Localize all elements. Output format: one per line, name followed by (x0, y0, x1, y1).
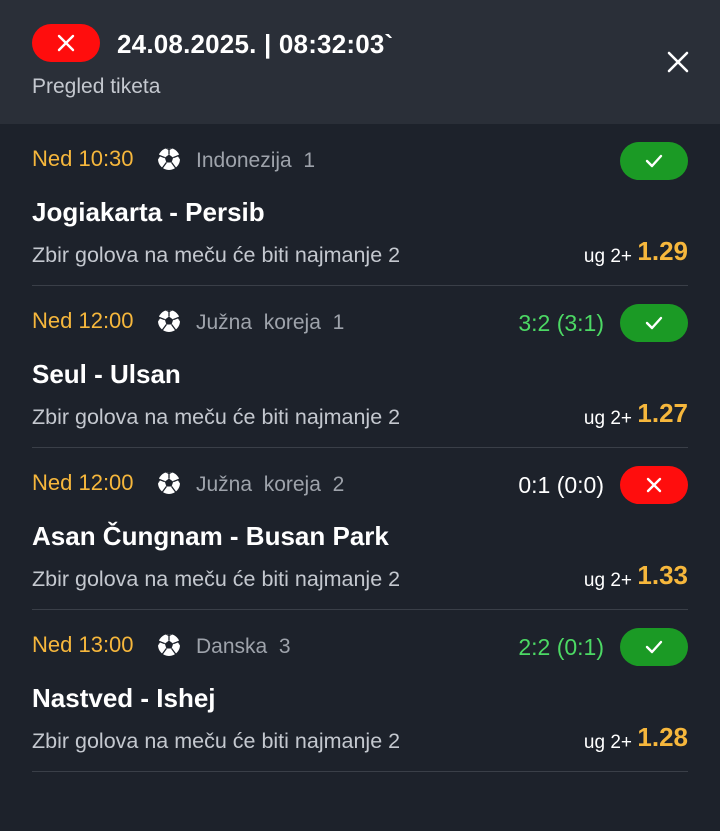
bet-market: Zbir golova na meču će biti najmanje 2 (32, 729, 401, 753)
bet-pick: ug 2+ (583, 408, 632, 429)
close-button[interactable] (660, 44, 696, 80)
match-teams: Jogiakarta - Persib (32, 197, 265, 227)
match-teams: Nastved - Ishej (32, 683, 216, 713)
check-icon (645, 316, 663, 330)
ticket-status-badge (32, 24, 100, 62)
bet-pick: ug 2+ (583, 246, 632, 267)
close-icon (667, 51, 689, 73)
soccer-ball-icon (157, 309, 181, 333)
check-icon (645, 154, 663, 168)
result-status-badge (620, 466, 688, 504)
match-item[interactable]: Ned 12:00 Južna koreja 2 0:1 (0:0) Asan … (32, 448, 688, 610)
match-time: Ned 12:00 (32, 308, 134, 333)
match-time: Ned 12:00 (32, 470, 134, 495)
check-icon (645, 640, 663, 654)
league-name: Indonezija 1 (196, 149, 316, 172)
result-status-badge (620, 304, 688, 342)
match-score: 3:2 (3:1) (518, 310, 604, 336)
bet-market: Zbir golova na meču će biti najmanje 2 (32, 243, 401, 267)
match-item[interactable]: Ned 13:00 Danska 3 2:2 (0:1) Nastved - I… (32, 610, 688, 772)
league-name: Južna koreja 1 (196, 311, 345, 334)
ticket-datetime: 24.08.2025. | 08:32:03` (117, 29, 394, 59)
bet-odds: 1.28 (637, 722, 688, 752)
match-score: 0:1 (0:0) (518, 472, 604, 498)
match-time: Ned 13:00 (32, 632, 134, 657)
match-meta-row: Ned 10:30 Indonezija 1 (32, 142, 688, 180)
ticket-header: 24.08.2025. | 08:32:03` Pregled tiketa (0, 0, 720, 124)
soccer-ball-icon (157, 147, 181, 171)
bet-pick: ug 2+ (583, 732, 632, 753)
bet-odds: 1.27 (637, 398, 688, 428)
result-status-badge (620, 142, 688, 180)
bet-odds: 1.29 (637, 236, 688, 266)
bet-pick: ug 2+ (583, 570, 632, 591)
match-meta-row: Ned 13:00 Danska 3 2:2 (0:1) (32, 628, 688, 666)
result-status-badge (620, 628, 688, 666)
x-icon (646, 477, 662, 493)
match-score: 2:2 (0:1) (518, 634, 604, 660)
ticket-subtitle: Pregled tiketa (32, 75, 161, 98)
x-icon (57, 34, 75, 52)
match-teams: Seul - Ulsan (32, 359, 181, 389)
soccer-ball-icon (157, 633, 181, 657)
match-teams: Asan Čungnam - Busan Park (32, 521, 389, 551)
match-meta-row: Ned 12:00 Južna koreja 1 3:2 (3:1) (32, 304, 688, 342)
match-item[interactable]: Ned 12:00 Južna koreja 1 3:2 (3:1) Seul … (32, 286, 688, 448)
match-meta-row: Ned 12:00 Južna koreja 2 0:1 (0:0) (32, 466, 688, 504)
bet-market: Zbir golova na meču će biti najmanje 2 (32, 405, 401, 429)
soccer-ball-icon (157, 471, 181, 495)
league-name: Danska 3 (196, 635, 291, 658)
match-time: Ned 10:30 (32, 146, 134, 171)
match-list: Ned 10:30 Indonezija 1 Jogiakarta - Pers… (32, 124, 688, 772)
league-name: Južna koreja 2 (196, 473, 345, 496)
bet-odds: 1.33 (637, 560, 688, 590)
match-item[interactable]: Ned 10:30 Indonezija 1 Jogiakarta - Pers… (32, 124, 688, 286)
bet-market: Zbir golova na meču će biti najmanje 2 (32, 567, 401, 591)
